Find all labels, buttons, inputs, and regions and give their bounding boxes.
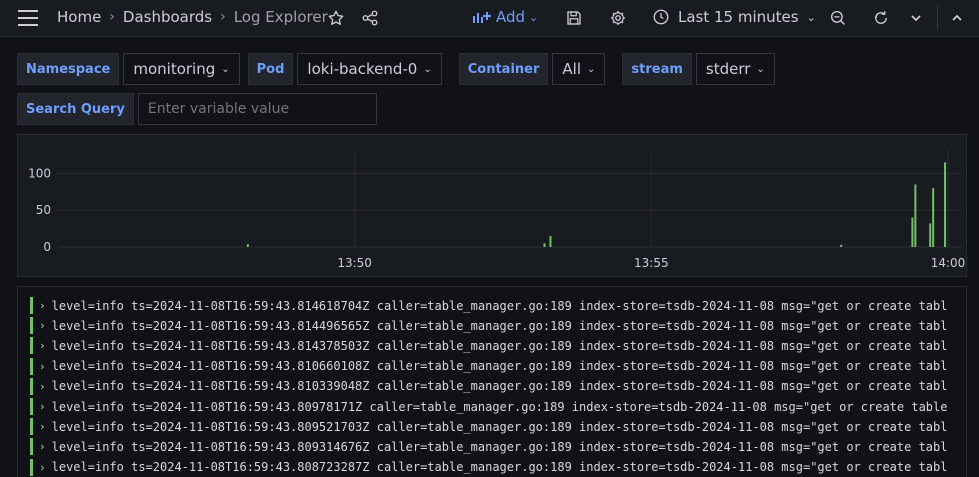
refresh-interval-chevron-icon[interactable]	[906, 8, 926, 28]
chevron-right-icon: ›	[220, 9, 226, 25]
breadcrumb-home[interactable]: Home	[57, 8, 101, 26]
y-tick-label: 0	[43, 240, 51, 254]
log-level-indicator	[30, 458, 33, 476]
search-query-input[interactable]	[137, 93, 377, 125]
logs-volume-chart: 0 50 100 13:50 13:55 14:00	[28, 150, 966, 270]
star-icon[interactable]	[326, 8, 346, 28]
log-line-text: level=info ts=2024-11-08T16:59:43.809314…	[51, 439, 948, 454]
chevron-down-icon: ⌄	[221, 63, 230, 75]
volume-bar	[840, 244, 843, 247]
log-row[interactable]: › level=info ts=2024-11-08T16:59:43.80931…	[30, 438, 948, 456]
toolbar-divider	[937, 6, 938, 30]
log-level-indicator	[30, 297, 33, 314]
y-tick-label: 50	[36, 203, 51, 217]
expand-chevron-icon[interactable]: ›	[39, 461, 46, 474]
zoom-out-icon[interactable]	[828, 8, 848, 28]
expand-chevron-icon[interactable]: ›	[39, 380, 46, 393]
expand-chevron-icon[interactable]: ›	[39, 319, 46, 332]
x-tick-label: 13:50	[337, 256, 372, 270]
volume-bar	[932, 188, 935, 247]
log-level-indicator	[30, 418, 33, 436]
volume-bar	[929, 223, 932, 247]
namespace-value: monitoring	[133, 60, 216, 78]
x-tick-label: 13:55	[634, 256, 669, 270]
variable-label-pod: Pod	[247, 53, 294, 85]
volume-bar	[944, 162, 947, 247]
chevron-down-icon: ⌄	[587, 63, 596, 75]
log-level-indicator	[30, 377, 33, 395]
variable-label-namespace: Namespace	[17, 53, 120, 85]
container-select[interactable]: All ⌄	[552, 53, 606, 85]
log-level-indicator	[30, 438, 33, 456]
volume-bar	[549, 235, 552, 247]
breadcrumb-current: Log Explorer	[233, 8, 328, 26]
top-navbar: Home › Dashboards › Log Explorer Add ⌄ L…	[0, 0, 979, 37]
menu-icon[interactable]	[18, 10, 38, 26]
log-level-indicator	[30, 398, 33, 415]
chevron-up-icon[interactable]	[947, 8, 967, 28]
container-value: All	[562, 60, 581, 78]
stream-select[interactable]: stderr ⌄	[695, 53, 775, 85]
logs-volume-panel: 0 50 100 13:50 13:55 14:00	[17, 134, 967, 277]
expand-chevron-icon[interactable]: ›	[39, 299, 46, 312]
expand-chevron-icon[interactable]: ›	[39, 420, 46, 433]
add-button[interactable]: Add ⌄	[472, 8, 538, 26]
volume-bar	[246, 244, 249, 247]
namespace-select[interactable]: monitoring ⌄	[123, 53, 240, 85]
log-line-text: level=info ts=2024-11-08T16:59:43.808723…	[51, 460, 948, 475]
variable-label-search-query: Search Query	[17, 93, 134, 125]
expand-chevron-icon[interactable]: ›	[39, 360, 46, 373]
log-row[interactable]: › level=info ts=2024-11-08T16:59:43.81461…	[30, 297, 947, 314]
x-tick-label: 14:00	[931, 256, 966, 270]
breadcrumb-dashboards[interactable]: Dashboards	[123, 8, 212, 26]
breadcrumb: Home › Dashboards › Log Explorer	[57, 8, 328, 26]
log-row[interactable]: › level=info ts=2024-11-08T16:59:43.81449…	[30, 317, 948, 335]
logs-panel: › level=info ts=2024-11-08T16:59:43.81461…	[17, 286, 967, 477]
log-line-text: level=info ts=2024-11-08T16:59:43.810339…	[51, 379, 948, 394]
chevron-down-icon: ⌄	[806, 10, 816, 24]
log-level-indicator	[30, 357, 33, 375]
refresh-icon[interactable]	[871, 8, 891, 28]
expand-chevron-icon[interactable]: ›	[39, 400, 46, 413]
volume-bar	[543, 243, 546, 247]
add-button-label: Add	[496, 8, 526, 26]
share-icon[interactable]	[360, 8, 380, 28]
chevron-down-icon: ⌄	[423, 63, 432, 75]
log-row[interactable]: › level=info ts=2024-11-08T16:59:43.80978…	[30, 398, 947, 415]
chevron-down-icon: ⌄	[529, 10, 539, 24]
pod-value: loki-backend-0	[307, 60, 418, 78]
log-row[interactable]: › level=info ts=2024-11-08T16:59:43.80872…	[30, 458, 948, 476]
log-row[interactable]: › level=info ts=2024-11-08T16:59:43.80952…	[30, 418, 948, 436]
time-range-picker[interactable]: Last 15 minutes ⌄	[652, 8, 816, 26]
search-query-row: Search Query	[17, 93, 377, 125]
gear-icon[interactable]	[608, 8, 628, 28]
y-tick-label: 100	[28, 166, 51, 180]
variables-bar: Namespace monitoring ⌄ Pod loki-backend-…	[17, 53, 775, 85]
log-row[interactable]: › level=info ts=2024-11-08T16:59:43.81066…	[30, 357, 948, 375]
log-line-text: level=info ts=2024-11-08T16:59:43.814496…	[51, 318, 948, 333]
volume-bar	[911, 217, 914, 247]
expand-chevron-icon[interactable]: ›	[39, 440, 46, 453]
log-line-text: level=info ts=2024-11-08T16:59:43.809521…	[51, 419, 948, 434]
log-level-indicator	[30, 337, 33, 355]
log-level-indicator	[30, 317, 33, 335]
log-line-text: level=info ts=2024-11-08T16:59:43.809781…	[51, 399, 948, 414]
log-row[interactable]: › level=info ts=2024-11-08T16:59:43.81033…	[30, 377, 948, 395]
expand-chevron-icon[interactable]: ›	[39, 339, 46, 352]
clock-icon	[653, 9, 669, 25]
log-row[interactable]: › level=info ts=2024-11-08T16:59:43.81437…	[30, 337, 948, 355]
time-range-label: Last 15 minutes	[678, 8, 799, 26]
log-line-text: level=info ts=2024-11-08T16:59:43.810660…	[51, 359, 948, 374]
stream-value: stderr	[705, 60, 751, 78]
chevron-right-icon: ›	[109, 9, 115, 25]
variable-label-stream: stream	[622, 53, 692, 85]
log-line-text: level=info ts=2024-11-08T16:59:43.814618…	[51, 298, 948, 313]
save-icon[interactable]	[564, 8, 584, 28]
add-panel-icon	[473, 12, 491, 23]
chevron-down-icon: ⌄	[756, 63, 765, 75]
log-line-text: level=info ts=2024-11-08T16:59:43.814378…	[51, 338, 948, 353]
volume-bar	[914, 184, 917, 247]
variable-label-container: Container	[458, 53, 549, 85]
pod-select[interactable]: loki-backend-0 ⌄	[297, 53, 442, 85]
